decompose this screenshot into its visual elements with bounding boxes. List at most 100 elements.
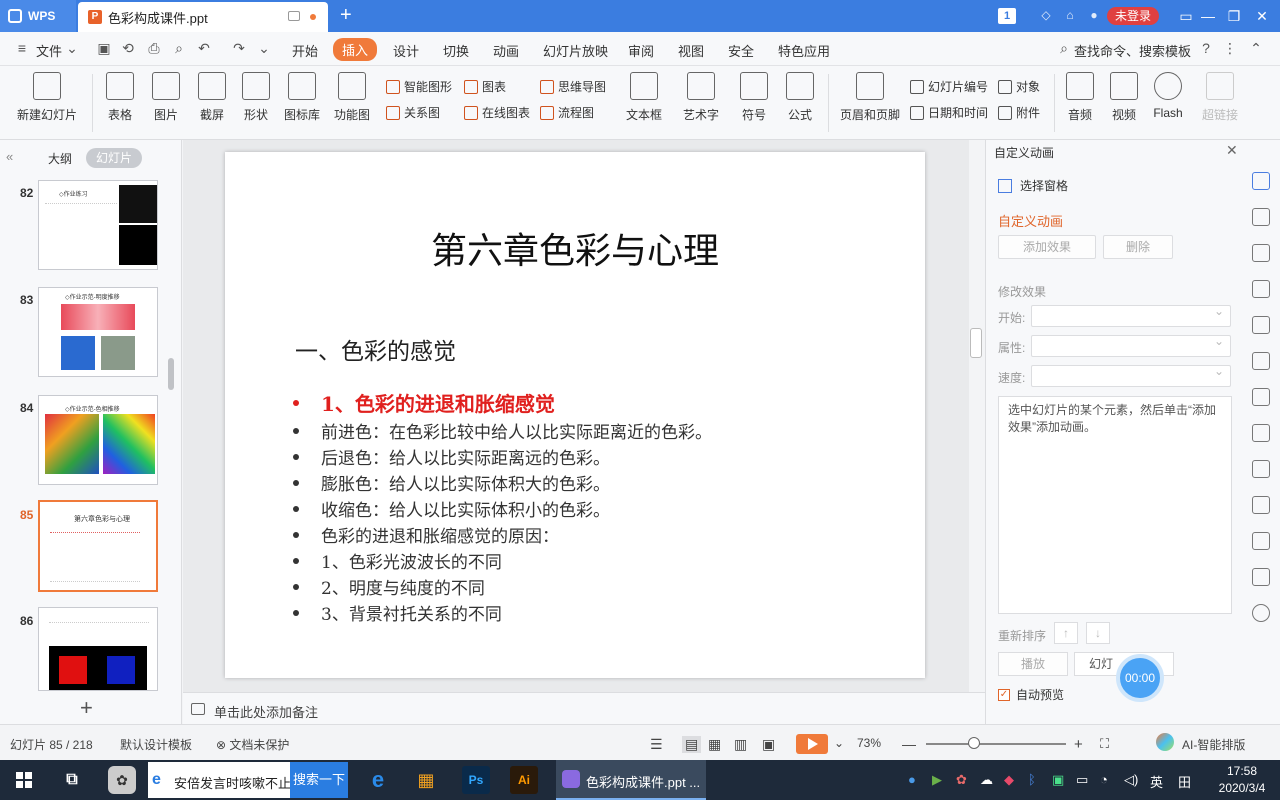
wps-home-tab[interactable]: WPS xyxy=(0,0,76,32)
reading-view-icon[interactable]: ▥ xyxy=(734,736,747,753)
menu-transition[interactable]: 切换 xyxy=(443,41,469,60)
help-icon[interactable]: ? xyxy=(1198,40,1214,56)
delete-button[interactable]: 删除 xyxy=(1103,235,1173,259)
menu-home[interactable]: 开始 xyxy=(292,41,318,60)
slide-subtitle[interactable]: 一、色彩的感觉 xyxy=(295,332,456,366)
command-search[interactable]: 查找命令、搜索模板 xyxy=(1074,41,1191,60)
login-button[interactable]: 未登录 xyxy=(1107,7,1159,25)
slide-thumbnail-82[interactable]: ◇作业练习 xyxy=(38,180,158,270)
ie-browser-icon[interactable]: e xyxy=(364,766,392,794)
play-options-icon[interactable]: ⌄ xyxy=(834,736,844,750)
table-button[interactable]: 表格 xyxy=(100,72,140,123)
bullet-item[interactable]: 色彩的进退和胀缩感觉的原因： xyxy=(293,522,559,547)
shield-icon[interactable] xyxy=(1252,532,1270,550)
bullet-item[interactable]: 后退色：给人以比实际距离远的色彩。 xyxy=(293,444,610,469)
formula-button[interactable]: 公式 xyxy=(780,72,820,123)
flowchart-button[interactable]: 流程图 xyxy=(540,104,594,121)
bullet-item[interactable]: 2、明度与纯度的不同 xyxy=(293,574,485,599)
relation-button[interactable]: 关系图 xyxy=(386,104,440,121)
select-pane-button[interactable]: 选择窗格 xyxy=(998,177,1068,194)
skin-icon[interactable]: ◇ xyxy=(1038,8,1054,24)
more-options-icon[interactable]: ⋮ xyxy=(1222,40,1238,56)
chart-button[interactable]: 图表 xyxy=(464,78,506,95)
bullet-item[interactable]: 1、色彩光波波长的不同 xyxy=(293,548,502,573)
bullet-item[interactable]: 膨胀色：给人以比实际体积大的色彩。 xyxy=(293,470,610,495)
picture-button[interactable]: 图片 xyxy=(146,72,186,123)
play-button[interactable]: 播放 xyxy=(998,652,1068,676)
mind-map-button[interactable]: 思维导图 xyxy=(540,78,606,95)
slide-thumbnail-84[interactable]: ◇作业示范-色相推移 xyxy=(38,395,158,485)
minimize-tabs-icon[interactable]: ▭ xyxy=(1176,6,1196,26)
help-icon[interactable] xyxy=(1252,604,1270,622)
zoom-in-button[interactable]: + xyxy=(1074,736,1083,753)
history-icon[interactable] xyxy=(1252,568,1270,586)
tab-window-icon[interactable] xyxy=(288,11,300,21)
save-icon[interactable]: ▣ xyxy=(96,40,112,56)
auto-preview-checkbox[interactable]: ✓ 自动预览 xyxy=(998,686,1064,703)
move-up-button[interactable]: ↑ xyxy=(1054,622,1078,644)
copy-icon[interactable] xyxy=(1252,208,1270,226)
system-clock[interactable]: 17:58 2020/3/4 xyxy=(1212,763,1272,797)
hamburger-icon[interactable]: ≡ xyxy=(14,40,30,56)
collapse-panel-icon[interactable]: « xyxy=(6,149,13,164)
search-button[interactable]: 搜索一下 xyxy=(290,762,348,798)
chevron-down-icon[interactable]: ⌄ xyxy=(64,40,80,56)
play-slideshow-button[interactable] xyxy=(796,734,828,754)
notes-toggle-icon[interactable]: ☰ xyxy=(650,736,663,753)
taskbar-search-box[interactable]: e 安倍发言时咳嗽不止 搜索一下 xyxy=(148,762,348,798)
smart-shape-button[interactable]: 智能图形 xyxy=(386,78,452,95)
menu-slideshow[interactable]: 幻灯片放映 xyxy=(543,41,608,60)
settings-sliders-icon[interactable] xyxy=(1252,280,1270,298)
header-footer-button[interactable]: 页眉和页脚 xyxy=(838,72,902,123)
photoshop-icon[interactable]: Ps xyxy=(462,766,490,794)
search-icon[interactable]: ⌕ xyxy=(1056,40,1072,56)
workspace-scroll-thumb[interactable] xyxy=(970,328,982,358)
print-preview-icon[interactable]: ⌕ xyxy=(171,40,187,56)
collapse-ribbon-icon[interactable]: ⌃ xyxy=(1248,40,1264,56)
add-slide-button[interactable]: + xyxy=(80,695,93,721)
function-chart-button[interactable]: 功能图 xyxy=(330,72,374,123)
slide-thumbnail-83[interactable]: ◇作业示范-明度推移 xyxy=(38,287,158,377)
wifi-icon[interactable]: ◔ xyxy=(1100,772,1108,787)
volume-icon[interactable]: ◁) xyxy=(1124,772,1138,788)
illustrator-icon[interactable]: Ai xyxy=(510,766,538,794)
tray-app-icon[interactable]: ● xyxy=(908,772,916,787)
archive-icon[interactable] xyxy=(1252,388,1270,406)
menu-insert[interactable]: 插入 xyxy=(333,38,378,61)
shape-style-icon[interactable] xyxy=(1252,244,1270,262)
tray-app-icon[interactable]: ✿ xyxy=(956,772,967,788)
online-chart-button[interactable]: 在线图表 xyxy=(464,104,530,121)
tray-app-icon[interactable]: ☁ xyxy=(980,772,993,788)
input-language[interactable]: 英 xyxy=(1150,772,1163,791)
notes-placeholder[interactable]: 单击此处添加备注 xyxy=(214,702,318,721)
menu-security[interactable]: 安全 xyxy=(728,41,754,60)
slide-thumbnail-86[interactable] xyxy=(38,607,158,691)
undo-icon[interactable]: ↶ xyxy=(196,40,212,56)
user-icon[interactable]: ● xyxy=(1086,8,1102,24)
symbol-button[interactable]: 符号 xyxy=(734,72,774,123)
taskbar-active-wps[interactable]: 色彩构成课件.ppt ... xyxy=(556,760,706,800)
speed-select[interactable] xyxy=(1031,364,1231,387)
textbox-button[interactable]: 文本框 xyxy=(620,72,668,123)
star-icon[interactable] xyxy=(1252,352,1270,370)
menu-special[interactable]: 特色应用 xyxy=(778,41,830,60)
close-icon[interactable]: ✕ xyxy=(1226,142,1238,159)
new-tab-button[interactable]: + xyxy=(340,4,352,27)
menu-view[interactable]: 视图 xyxy=(678,41,704,60)
app-icon[interactable]: ✿ xyxy=(108,766,136,794)
menu-file[interactable]: 文件 xyxy=(36,41,62,60)
video-button[interactable]: 视频 xyxy=(1104,72,1144,123)
battery-icon[interactable]: ▭ xyxy=(1076,772,1088,788)
property-select[interactable] xyxy=(1031,334,1231,357)
transition-icon[interactable] xyxy=(1252,316,1270,334)
bullet-item[interactable]: 收缩色：给人以比实际体积小的色彩。 xyxy=(293,496,610,521)
document-tab[interactable]: P 色彩构成课件.ppt xyxy=(78,2,328,32)
audio-icon[interactable] xyxy=(1252,496,1270,514)
normal-view-icon[interactable]: ▤ xyxy=(682,736,702,753)
ai-layout-button[interactable]: AI-智能排版 xyxy=(1182,736,1245,753)
format-painter-icon[interactable]: ⟲ xyxy=(120,40,136,56)
menu-review[interactable]: 审阅 xyxy=(628,41,654,60)
thumbnail-scrollbar[interactable] xyxy=(168,358,174,390)
zoom-slider[interactable] xyxy=(926,743,1066,745)
object-button[interactable]: 对象 xyxy=(998,78,1040,95)
